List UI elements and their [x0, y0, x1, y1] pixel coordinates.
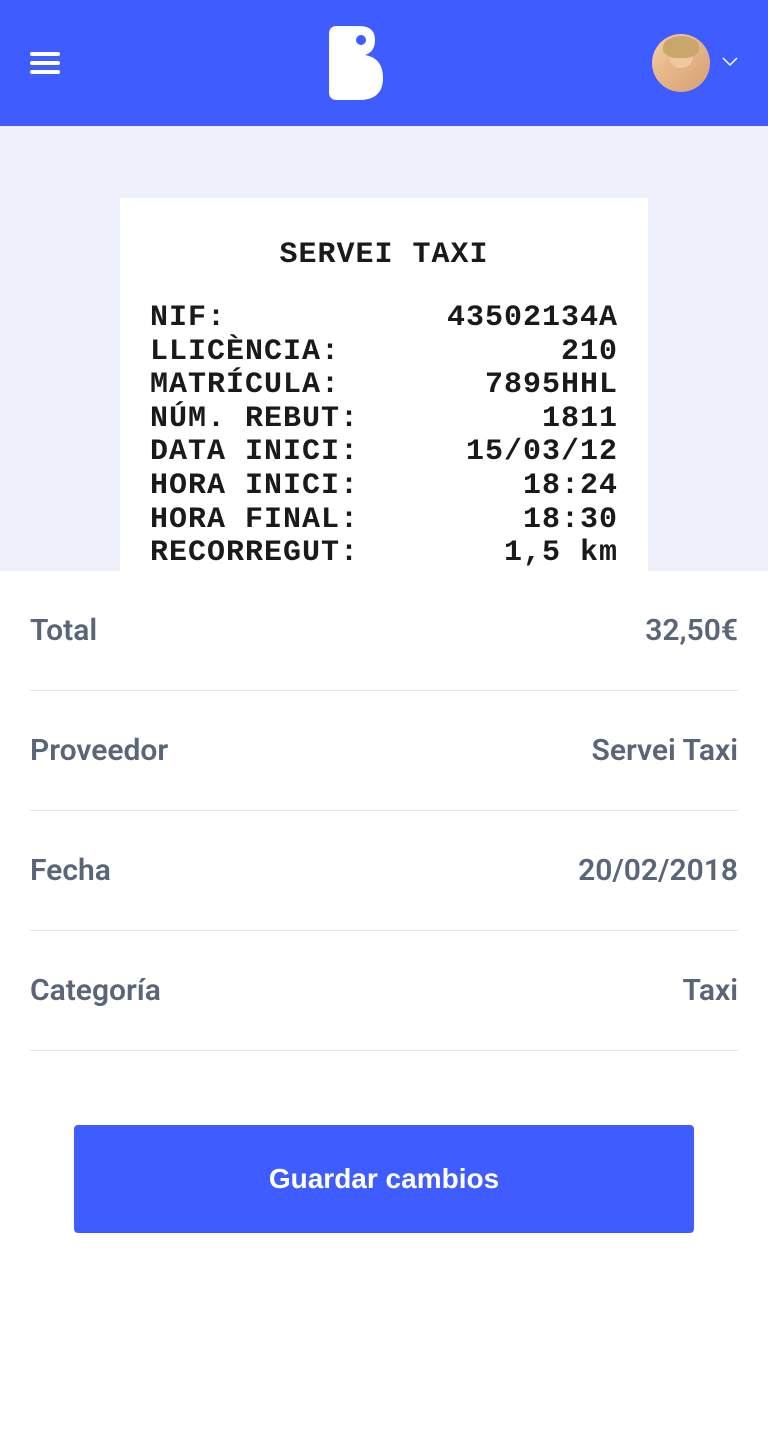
- receipt-value: 210: [561, 336, 618, 370]
- receipt-row: RECORREGUT: 1,5 km: [150, 537, 618, 571]
- avatar: [652, 34, 710, 92]
- receipt-value: 18:24: [523, 470, 618, 504]
- receipt-value: 7895HHL: [485, 369, 618, 403]
- receipt-row: NIF: 43502134A: [150, 302, 618, 336]
- receipt-image: SERVEI TAXI NIF: 43502134A LLICÈNCIA: 21…: [120, 198, 648, 571]
- detail-label: Proveedor: [30, 733, 168, 768]
- receipt-label: LLICÈNCIA:: [150, 336, 340, 370]
- receipt-preview: SERVEI TAXI NIF: 43502134A LLICÈNCIA: 21…: [0, 126, 768, 571]
- expense-details: Total 32,50€ Proveedor Servei Taxi Fecha…: [0, 571, 768, 1051]
- detail-row-category[interactable]: Categoría Taxi: [30, 931, 738, 1051]
- profile-menu[interactable]: [652, 34, 738, 92]
- detail-row-total[interactable]: Total 32,50€: [30, 571, 738, 691]
- receipt-label: RECORREGUT:: [150, 537, 359, 571]
- receipt-value: 18:30: [523, 504, 618, 538]
- detail-row-date[interactable]: Fecha 20/02/2018: [30, 811, 738, 931]
- receipt-row: HORA INICI: 18:24: [150, 470, 618, 504]
- receipt-row: HORA FINAL: 18:30: [150, 504, 618, 538]
- receipt-label: HORA FINAL:: [150, 504, 359, 538]
- receipt-label: NÚM. REBUT:: [150, 403, 359, 437]
- receipt-row: MATRÍCULA: 7895HHL: [150, 369, 618, 403]
- chevron-down-icon: [722, 55, 738, 71]
- receipt-label: DATA INICI:: [150, 436, 359, 470]
- save-button[interactable]: Guardar cambios: [74, 1125, 694, 1233]
- receipt-row: LLICÈNCIA: 210: [150, 336, 618, 370]
- receipt-label: NIF:: [150, 302, 226, 336]
- receipt-row: DATA INICI: 15/03/12: [150, 436, 618, 470]
- detail-value: 32,50€: [645, 613, 738, 648]
- receipt-row: NÚM. REBUT: 1811: [150, 403, 618, 437]
- receipt-value: 15/03/12: [466, 436, 618, 470]
- app-logo: [329, 26, 383, 100]
- detail-value: 20/02/2018: [578, 853, 738, 888]
- logo-icon: [329, 26, 383, 100]
- spacer: [0, 1233, 768, 1433]
- receipt-value: 1811: [542, 403, 618, 437]
- receipt-title: SERVEI TAXI: [150, 238, 618, 272]
- app-header: [0, 0, 768, 126]
- receipt-label: HORA INICI:: [150, 470, 359, 504]
- detail-label: Total: [30, 613, 97, 648]
- detail-row-provider[interactable]: Proveedor Servei Taxi: [30, 691, 738, 811]
- detail-value: Servei Taxi: [592, 733, 738, 768]
- detail-label: Fecha: [30, 853, 111, 888]
- actions-area: Guardar cambios: [0, 1051, 768, 1233]
- detail-value: Taxi: [683, 973, 738, 1008]
- hamburger-menu-icon[interactable]: [30, 47, 60, 79]
- detail-label: Categoría: [30, 973, 161, 1008]
- receipt-label: MATRÍCULA:: [150, 369, 340, 403]
- receipt-value: 1,5 km: [504, 537, 618, 571]
- receipt-value: 43502134A: [447, 302, 618, 336]
